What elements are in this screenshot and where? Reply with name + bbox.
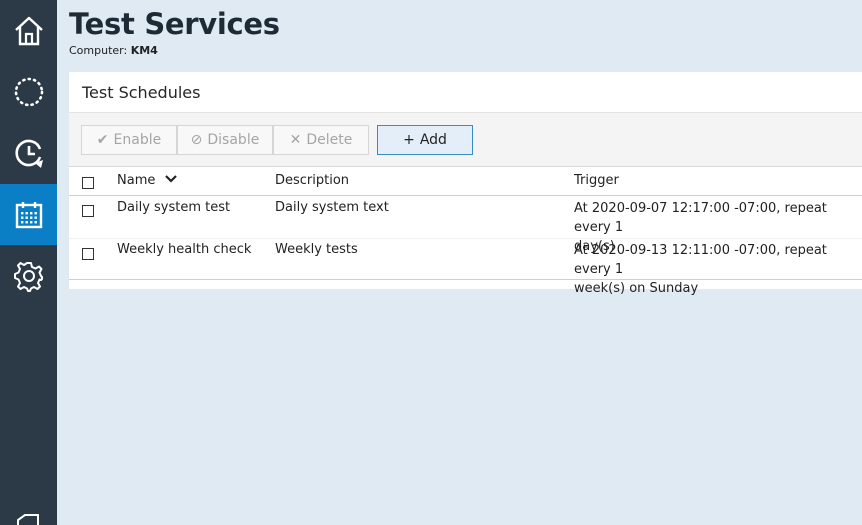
column-header-description[interactable]: Description [275,173,349,188]
table-header: Name Description Trigger [69,167,862,196]
row-trigger-line: At 2020-09-07 12:17:00 -07:00, repeat ev… [574,201,827,235]
nav-history[interactable] [0,122,57,183]
panel-header: Test Schedules [69,72,862,113]
close-icon: ✕ [289,132,302,148]
document-icon [17,514,39,525]
plus-icon: + [403,132,415,148]
nav-home[interactable] [0,0,57,61]
page-header: Test Services Computer: KM4 [69,6,280,57]
nav-status[interactable] [0,61,57,122]
computer-name: KM4 [130,44,158,57]
row-checkbox[interactable] [82,205,94,217]
add-button[interactable]: + Add [377,125,473,155]
checkmark-icon: ✔ [96,132,109,148]
column-header-name[interactable]: Name [117,173,177,188]
add-label: Add [419,132,447,148]
disable-button[interactable]: ⊘ Disable [177,125,273,155]
delete-button[interactable]: ✕ Delete [273,125,369,155]
page-title: Test Services [69,7,280,41]
table-row[interactable]: Daily system test Daily system text At 2… [69,196,862,254]
computer-info: Computer: KM4 [69,44,280,57]
toolbar: ✔ Enable ⊘ Disable ✕ Delete + Add [69,113,862,167]
row-description: Weekly tests [275,242,358,257]
schedules-panel: Test Schedules ✔ Enable ⊘ Disable ✕ Dele… [69,72,862,296]
row-trigger: At 2020-09-13 12:11:00 -07:00, repeat ev… [574,241,859,298]
column-header-trigger[interactable]: Trigger [574,173,619,188]
nav-schedules[interactable] [0,184,57,245]
gear-icon [13,261,43,292]
row-name: Daily system test [117,200,231,215]
disable-label: Disable [207,132,260,148]
delete-label: Delete [306,132,353,148]
row-trigger-line: week(s) on Sunday [574,281,699,296]
home-icon [14,16,43,45]
table-row[interactable]: Weekly health check Weekly tests At 2020… [69,238,862,296]
row-name: Weekly health check [117,242,252,257]
row-description: Daily system text [275,200,389,215]
enable-label: Enable [113,132,162,148]
disable-icon: ⊘ [190,132,203,148]
row-checkbox[interactable] [82,248,94,260]
select-all-checkbox[interactable] [82,177,94,189]
enable-button[interactable]: ✔ Enable [81,125,177,155]
computer-label: Computer: [69,44,128,57]
sidebar [0,0,57,525]
nav-settings[interactable] [0,245,57,306]
nav-more[interactable] [16,512,40,525]
calendar-icon [15,201,42,228]
dotted-circle-icon [14,77,43,106]
clock-refresh-icon [14,139,43,168]
column-header-name-label: Name [117,173,156,188]
chevron-down-icon [164,175,177,183]
row-trigger-line: At 2020-09-13 12:11:00 -07:00, repeat ev… [574,243,827,277]
panel-title: Test Schedules [82,82,201,102]
